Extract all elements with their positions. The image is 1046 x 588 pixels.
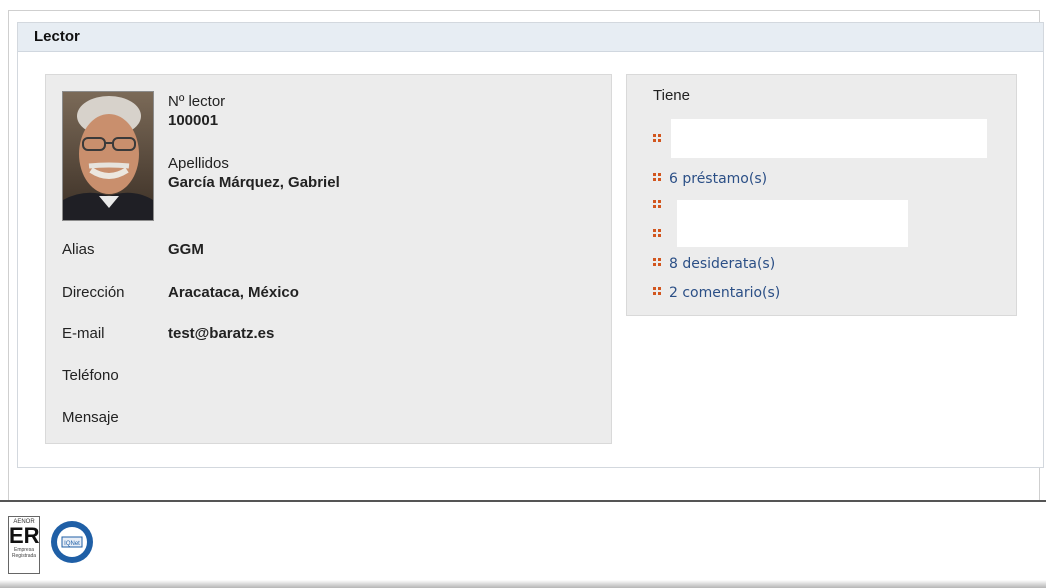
email-value: test@baratz.es: [168, 325, 275, 342]
reader-photo: [62, 91, 154, 221]
bullet-icon: [653, 229, 663, 239]
bullet-icon: [653, 258, 663, 268]
footer-shade: [0, 580, 1046, 588]
aenor-er-logo: AENOR ER Empresa Registrada: [8, 516, 40, 574]
svg-text:IQNet: IQNet: [64, 541, 80, 547]
footer-divider: [0, 500, 1046, 502]
address-label: Dirección: [62, 284, 125, 301]
message-label: Mensaje: [62, 409, 119, 426]
alias-value: GGM: [168, 241, 204, 258]
has-title: Tiene: [653, 87, 690, 104]
bullet-icon: [653, 173, 663, 183]
reader-photo-image: [63, 92, 153, 220]
reader-number-label: Nº lector: [168, 93, 226, 110]
phone-label: Teléfono: [62, 367, 119, 384]
panel-title: Lector: [18, 23, 1043, 52]
reader-panel: Lector Nº lector 100001 Apellidos García…: [17, 22, 1044, 468]
surname-label: Apellidos: [168, 155, 229, 172]
reader-number-value: 100001: [168, 112, 219, 129]
reader-info-box: Nº lector 100001 Apellidos García Márque…: [45, 74, 612, 444]
redacted-item: [671, 119, 987, 158]
desiderata-link[interactable]: 8 desiderata(s): [669, 256, 775, 272]
bullet-icon: [653, 200, 663, 210]
bullet-icon: [653, 134, 663, 144]
email-label: E-mail: [62, 325, 105, 342]
alias-label: Alias: [62, 241, 95, 258]
has-box: Tiene 6 préstamo(s) 8 desiderata(s) 2 co…: [626, 74, 1017, 316]
bullet-icon: [653, 287, 663, 297]
surname-value: García Márquez, Gabriel: [168, 174, 340, 191]
redacted-item: [677, 200, 908, 247]
loans-link[interactable]: 6 préstamo(s): [669, 171, 767, 187]
comments-link[interactable]: 2 comentario(s): [669, 285, 780, 301]
address-value: Aracataca, México: [168, 284, 299, 301]
iqnet-logo: IQNet: [50, 520, 94, 564]
